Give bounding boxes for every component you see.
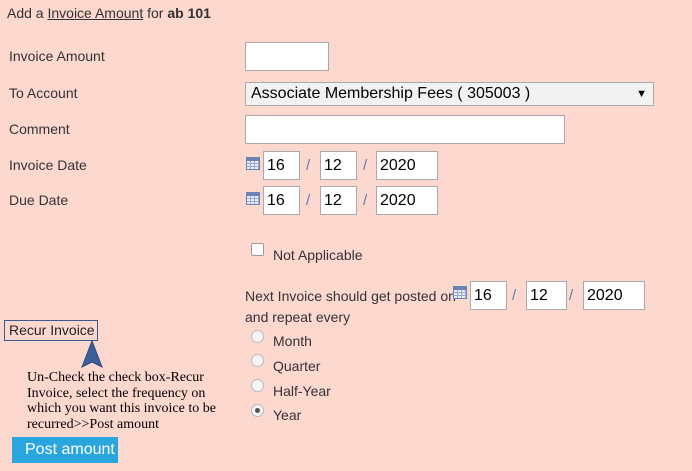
radio-quarter[interactable]: [251, 354, 264, 367]
recur-invoice-label: Recur Invoice: [4, 320, 98, 341]
due-date-label: Due Date: [9, 192, 69, 208]
page-header: Add a Invoice Amount for ab 101: [7, 5, 211, 21]
due-date-month[interactable]: 12: [320, 186, 357, 215]
due-date-day[interactable]: 16: [263, 186, 300, 215]
invoice-amount-link[interactable]: Invoice Amount: [47, 5, 143, 21]
calendar-icon[interactable]: [246, 157, 260, 170]
comment-input[interactable]: [245, 115, 565, 144]
repeat-every-label: and repeat every: [245, 309, 351, 325]
to-account-select[interactable]: Associate Membership Fees ( 305003 ) ▼: [245, 82, 654, 106]
calendar-icon[interactable]: [453, 286, 467, 299]
comment-label: Comment: [9, 121, 70, 137]
calendar-icon[interactable]: [246, 192, 260, 205]
radio-month[interactable]: [251, 330, 264, 343]
instruction-note: Un-Check the check box-Recur Invoice, se…: [27, 370, 216, 432]
date-separator: /: [363, 192, 368, 209]
due-date-year[interactable]: 2020: [376, 186, 438, 215]
date-separator: /: [569, 287, 574, 304]
invoice-amount-input[interactable]: [245, 42, 329, 71]
invoice-date-year[interactable]: 2020: [376, 151, 438, 180]
not-applicable-checkbox[interactable]: [251, 243, 264, 256]
dropdown-arrow-icon: ▼: [636, 88, 647, 100]
account-name: ab 101: [167, 5, 211, 21]
radio-quarter-label: Quarter: [273, 358, 321, 374]
invoice-date-month[interactable]: 12: [320, 151, 357, 180]
header-middle: for: [147, 5, 164, 21]
invoice-date-label: Invoice Date: [9, 157, 87, 173]
radio-half-year[interactable]: [251, 379, 264, 392]
to-account-label: To Account: [9, 85, 78, 101]
next-date-year[interactable]: 2020: [583, 281, 645, 310]
to-account-selected: Associate Membership Fees ( 305003 ): [251, 85, 531, 102]
radio-half-year-label: Half-Year: [273, 383, 331, 399]
date-separator: /: [306, 192, 311, 209]
post-amount-button[interactable]: Post amount: [12, 437, 118, 463]
not-applicable-label: Not Applicable: [273, 247, 363, 263]
radio-year[interactable]: [251, 404, 264, 417]
invoice-amount-label: Invoice Amount: [9, 48, 105, 64]
date-separator: /: [363, 157, 368, 174]
callout-arrow-icon: [81, 340, 103, 369]
invoice-date-day[interactable]: 16: [263, 151, 300, 180]
radio-year-label: Year: [273, 407, 302, 423]
header-prefix: Add a: [7, 5, 44, 21]
date-separator: /: [512, 287, 517, 304]
radio-month-label: Month: [273, 333, 312, 349]
next-date-day[interactable]: 16: [470, 281, 507, 310]
next-date-month[interactable]: 12: [526, 281, 567, 310]
next-invoice-label: Next Invoice should get posted on: [245, 288, 456, 304]
date-separator: /: [306, 157, 311, 174]
